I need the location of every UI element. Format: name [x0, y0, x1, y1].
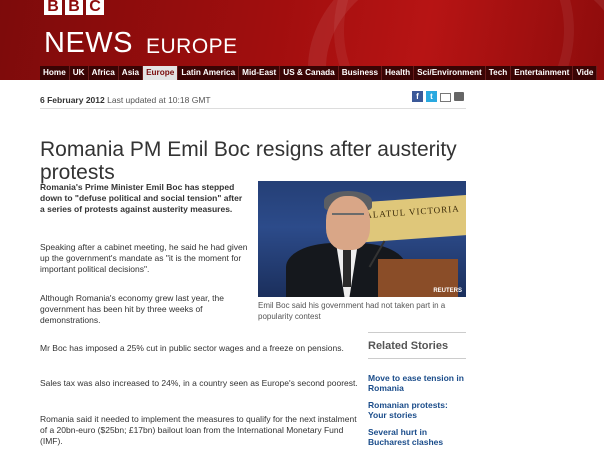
- edition-title[interactable]: EUROPE: [146, 35, 238, 59]
- article-paragraph: Mr Boc has imposed a 25% cut in public s…: [40, 343, 344, 353]
- photo-figure-head: [326, 196, 370, 250]
- bbc-logo[interactable]: B B C: [44, 0, 104, 15]
- related-story-link[interactable]: Romanian protests: Your stories: [368, 400, 468, 420]
- bbc-logo-letter: B: [65, 0, 83, 15]
- main-nav: Home UK Africa Asia Europe Latin America…: [40, 66, 598, 80]
- photo-figure-tie: [343, 247, 351, 287]
- related-story-link[interactable]: Move to ease tension in Romania: [368, 373, 468, 393]
- article-paragraph: Speaking after a cabinet meeting, he sai…: [40, 242, 248, 274]
- masthead: B B C NEWS EUROPE Home UK Africa Asia Eu…: [0, 0, 604, 80]
- related-story-link[interactable]: Several hurt in Bucharest clashes: [368, 427, 468, 447]
- email-icon[interactable]: [440, 93, 451, 102]
- article-date: 6 February 2012: [40, 95, 105, 105]
- twitter-icon[interactable]: t: [426, 91, 437, 102]
- meta-divider: [40, 108, 466, 109]
- article-lead-paragraph: Romania's Prime Minister Emil Boc has st…: [40, 182, 243, 214]
- nav-item-europe[interactable]: Europe: [143, 66, 179, 80]
- nav-item-business[interactable]: Business: [339, 66, 383, 80]
- article-meta: 6 February 2012 Last updated at 10:18 GM…: [40, 95, 211, 105]
- nav-item-africa[interactable]: Africa: [89, 66, 119, 80]
- nav-item-health[interactable]: Health: [382, 66, 415, 80]
- nav-item-video[interactable]: Vide: [573, 66, 598, 80]
- print-icon[interactable]: [454, 92, 464, 101]
- nav-item-us-canada[interactable]: US & Canada: [280, 66, 339, 80]
- article-photo: PALATUL VICTORIA REUTERS: [258, 181, 466, 297]
- share-tools: f t: [412, 91, 464, 102]
- article-paragraph: Sales tax was also increased to 24%, in …: [40, 378, 358, 388]
- nav-item-tech[interactable]: Tech: [486, 66, 512, 80]
- related-divider: [368, 358, 466, 359]
- nav-item-entertainment[interactable]: Entertainment: [511, 66, 574, 80]
- nav-item-home[interactable]: Home: [40, 66, 70, 80]
- facebook-icon[interactable]: f: [412, 91, 423, 102]
- nav-item-mid-east[interactable]: Mid-East: [239, 66, 281, 80]
- article-headline: Romania PM Emil Boc resigns after auster…: [40, 138, 457, 185]
- nav-item-asia[interactable]: Asia: [119, 66, 144, 80]
- bbc-logo-letter: B: [44, 0, 62, 15]
- related-divider: [368, 332, 466, 333]
- nav-item-latin-america[interactable]: Latin America: [178, 66, 240, 80]
- article-paragraph: Although Romania's economy grew last yea…: [40, 293, 224, 325]
- photo-caption: Emil Boc said his government had not tak…: [258, 301, 446, 321]
- photo-figure-glasses: [332, 213, 364, 221]
- related-stories-title: Related Stories: [368, 340, 449, 352]
- article-updated: Last updated at 10:18 GMT: [107, 95, 211, 105]
- article-paragraph: Romania said it needed to implement the …: [40, 414, 357, 446]
- photo-credit: REUTERS: [433, 288, 462, 294]
- nav-item-uk[interactable]: UK: [70, 66, 89, 80]
- news-logo[interactable]: NEWS: [44, 27, 133, 60]
- bbc-logo-letter: C: [86, 0, 104, 15]
- nav-item-sci-environment[interactable]: Sci/Environment: [414, 66, 486, 80]
